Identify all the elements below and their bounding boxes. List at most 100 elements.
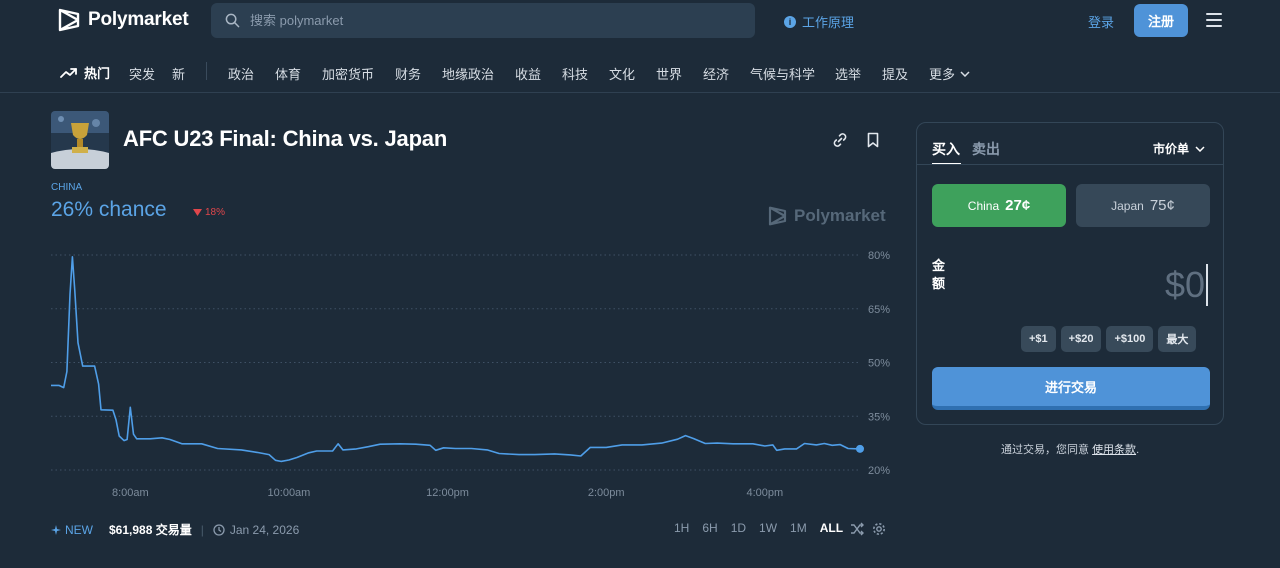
category-culture[interactable]: 文化 — [609, 64, 635, 83]
hamburger-menu-icon[interactable] — [1206, 13, 1222, 27]
logo-text: Polymarket — [88, 9, 189, 30]
time-range-selector: 1H 6H 1D 1W 1M ALL — [674, 521, 856, 535]
login-link[interactable]: 登录 — [1088, 12, 1114, 31]
range-1w[interactable]: 1W — [759, 521, 777, 535]
market-title: AFC U23 Final: China vs. Japan — [123, 126, 448, 151]
logo[interactable]: Polymarket — [58, 8, 189, 32]
x-tick-label: 4:00pm — [746, 487, 783, 499]
x-tick-label: 12:00pm — [426, 487, 469, 499]
range-all[interactable]: ALL — [820, 521, 843, 535]
y-tick-label: 35% — [868, 411, 890, 423]
top-bar: Polymarket i 工作原理 登录 注册 — [0, 0, 1280, 42]
category-more[interactable]: 更多 — [929, 64, 970, 83]
terms-of-use-link[interactable]: 使用条款 — [1092, 444, 1136, 456]
current-value-dot — [856, 444, 864, 453]
price-change: 18% — [193, 207, 225, 218]
category-nav: 热门 突发 新 政治 体育 加密货币 财务 地缘政治 收益 科技 文化 世界 经… — [0, 56, 1280, 86]
category-politics[interactable]: 政治 — [228, 64, 254, 83]
y-tick-label: 80% — [868, 250, 890, 262]
new-badge: NEW — [51, 523, 93, 537]
x-tick-label: 8:00am — [112, 487, 149, 499]
market-date: Jan 24, 2026 — [213, 523, 299, 537]
category-sports[interactable]: 体育 — [275, 64, 301, 83]
footer-separator: | — [200, 522, 204, 537]
order-type-dropdown[interactable]: 市价单 — [1153, 140, 1205, 157]
watermark-text: Polymarket — [794, 206, 886, 225]
quick-amount-20[interactable]: +$20 — [1060, 326, 1102, 352]
category-more-label: 更多 — [929, 67, 956, 82]
quick-amount-1[interactable]: +$1 — [1021, 326, 1056, 352]
price-chart[interactable]: 80% 65% 50% 35% 20% 8:00am 10:00am 12:00pm 2:00p… — [40, 242, 900, 512]
range-6h[interactable]: 6H — [702, 521, 717, 535]
range-1h[interactable]: 1H — [674, 521, 689, 535]
quick-amount-100[interactable]: +$100 — [1106, 326, 1154, 352]
trade-button[interactable]: 进行交易 — [932, 367, 1210, 410]
category-crypto[interactable]: 加密货币 — [322, 64, 374, 83]
category-geopolitics[interactable]: 地缘政治 — [442, 64, 494, 83]
quick-amounts: +$1 +$20 +$100 最大 — [1021, 326, 1197, 352]
category-world[interactable]: 世界 — [656, 64, 682, 83]
amount-input[interactable]: $0 — [1165, 264, 1208, 306]
order-type-label: 市价单 — [1153, 142, 1190, 156]
trade-panel: 买入 卖出 市价单 China 27¢ Japan 75¢ 金额 $0 +$1 … — [916, 122, 1224, 425]
chance-value: 26% chance — [51, 198, 167, 221]
market-thumbnail — [51, 111, 109, 169]
search-input[interactable] — [250, 13, 730, 28]
category-elections[interactable]: 选举 — [835, 64, 861, 83]
outcome-china-name: China — [967, 198, 1000, 213]
category-breaking[interactable]: 突发 — [129, 64, 155, 83]
shuffle-icon[interactable] — [850, 522, 864, 536]
settings-gear-icon[interactable] — [872, 522, 886, 536]
chart-watermark: Polymarket — [768, 206, 886, 226]
search-box[interactable] — [211, 3, 755, 38]
amount-label: 金额 — [932, 258, 946, 291]
how-it-works-label: 工作原理 — [802, 15, 855, 30]
outcome-china-button[interactable]: China 27¢ — [932, 184, 1066, 227]
category-climate-science[interactable]: 气候与科学 — [750, 64, 815, 83]
tab-sell[interactable]: 卖出 — [972, 139, 1000, 159]
search-icon — [225, 13, 240, 28]
new-label: NEW — [65, 522, 93, 537]
chevron-down-icon — [1195, 145, 1205, 152]
terms-notice: 通过交易，您同意 使用条款. — [1001, 441, 1139, 457]
outcome-japan-button[interactable]: Japan 75¢ — [1076, 184, 1210, 227]
series-line — [51, 256, 861, 463]
range-1m[interactable]: 1M — [790, 521, 807, 535]
y-tick-label: 50% — [868, 358, 890, 370]
category-mentions[interactable]: 提及 — [882, 64, 908, 83]
copy-link-icon[interactable] — [831, 131, 849, 149]
y-tick-label: 20% — [868, 465, 890, 477]
amount-value: $0 — [1164, 264, 1205, 305]
text-caret — [1206, 264, 1208, 306]
tab-buy[interactable]: 买入 — [932, 139, 960, 159]
category-earnings[interactable]: 收益 — [515, 64, 541, 83]
info-icon: i — [784, 15, 796, 28]
category-tech[interactable]: 科技 — [562, 64, 588, 83]
range-1d[interactable]: 1D — [731, 521, 746, 535]
header-divider — [0, 92, 1280, 93]
polymarket-watermark-icon — [768, 206, 787, 226]
category-new[interactable]: 新 — [172, 64, 185, 83]
signup-button[interactable]: 注册 — [1134, 4, 1188, 37]
chart-footer: NEW $61,988 交易量 | Jan 24, 2026 — [51, 521, 299, 538]
triangle-down-icon — [193, 209, 202, 216]
how-it-works-link[interactable]: i 工作原理 — [784, 12, 854, 31]
outcome-china-price: 27¢ — [1005, 197, 1031, 214]
market-date-text: Jan 24, 2026 — [229, 522, 300, 537]
category-hot[interactable]: 热门 — [60, 63, 110, 82]
quick-amount-max[interactable]: 最大 — [1158, 326, 1197, 352]
chevron-down-icon — [960, 70, 970, 77]
bookmark-icon[interactable] — [864, 131, 882, 149]
terms-prefix: 通过交易，您同意 — [1001, 444, 1089, 456]
category-divider — [206, 62, 207, 80]
x-tick-label: 10:00am — [268, 487, 311, 499]
x-tick-label: 2:00pm — [588, 487, 625, 499]
price-change-value: 18% — [205, 207, 226, 218]
terms-suffix: . — [1136, 444, 1140, 456]
polymarket-logo-icon — [58, 8, 80, 32]
trophy-image-icon — [51, 111, 109, 169]
trending-up-icon — [60, 67, 77, 78]
y-tick-label: 65% — [868, 304, 890, 316]
category-economy[interactable]: 经济 — [703, 64, 729, 83]
category-finance[interactable]: 财务 — [395, 64, 421, 83]
